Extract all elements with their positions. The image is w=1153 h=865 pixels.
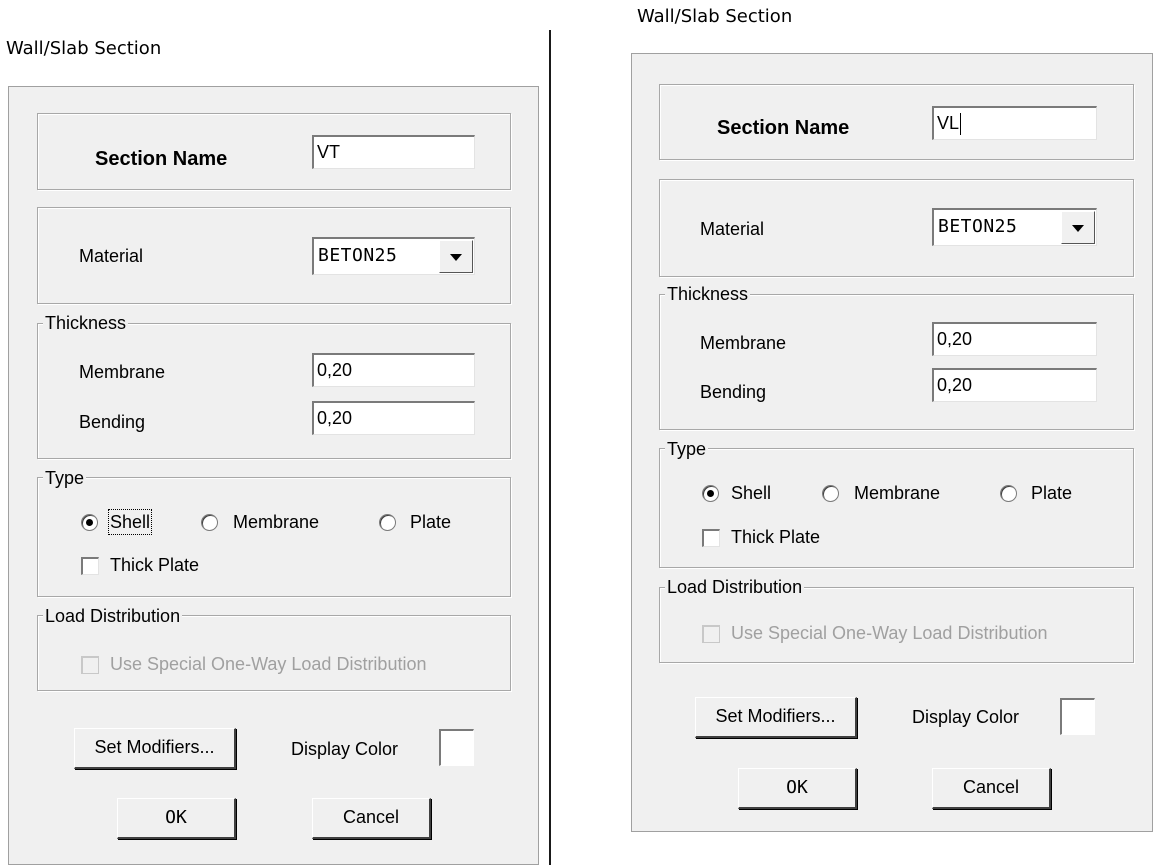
cancel-button[interactable]: Cancel [932,768,1051,809]
cancel-button[interactable]: Cancel [312,798,431,839]
material-value: BETON25 [938,216,1018,237]
material-value: BETON25 [318,245,398,266]
section-name-label: Section Name [95,148,228,170]
material-dropdown[interactable]: BETON25 [932,208,1097,246]
one-way-load-label: Use Special One-Way Load Distribution [731,623,1048,643]
type-group [659,448,1134,568]
membrane-radio[interactable] [201,514,218,531]
display-color-label: Display Color [912,707,1020,727]
plate-radio[interactable] [379,514,396,531]
plate-radio[interactable] [1000,485,1017,502]
bending-thickness-input[interactable]: 0,20 [932,368,1097,402]
set-modifiers-button[interactable]: Set Modifiers... [695,697,857,738]
bending-label: Bending [79,412,146,432]
material-dropdown[interactable]: BETON25 [312,237,475,275]
thickness-legend: Thickness [43,313,129,333]
material-label: Material [79,246,144,266]
section-name-input[interactable]: VT [312,135,475,169]
membrane-radio-label[interactable]: Membrane [854,482,940,504]
ok-button[interactable]: OK [738,768,857,809]
bending-thickness-input[interactable]: 0,20 [312,401,475,435]
dialog-title: Wall/Slab Section [637,6,793,27]
section-name-input[interactable]: VL [932,106,1097,140]
display-color-swatch[interactable] [1060,698,1095,735]
membrane-thickness-input[interactable]: 0,20 [932,322,1097,356]
display-color-swatch[interactable] [439,729,474,766]
shell-radio[interactable] [702,485,719,502]
membrane-thickness-input[interactable]: 0,20 [312,353,475,387]
load-distribution-legend: Load Distribution [43,606,183,626]
membrane-radio[interactable] [822,485,839,502]
type-legend: Type [665,439,709,459]
thick-plate-label[interactable]: Thick Plate [110,554,199,576]
wall-slab-section-dialog: Section Name VT Material BETON25 Thickne… [8,86,539,865]
material-label: Material [700,219,765,239]
wall-slab-section-dialog: Section Name VL Material BETON25 Thickne… [631,53,1153,832]
dialog-title: Wall/Slab Section [6,38,162,59]
membrane-label: Membrane [79,362,166,382]
load-distribution-legend: Load Distribution [665,577,805,597]
thickness-legend: Thickness [665,284,751,304]
shell-label[interactable]: Shell [731,482,771,504]
thick-plate-label[interactable]: Thick Plate [731,526,820,548]
ok-button[interactable]: OK [117,798,236,839]
bending-label: Bending [700,382,767,402]
dropdown-button[interactable] [439,240,473,273]
one-way-load-checkbox [702,625,720,643]
one-way-load-label: Use Special One-Way Load Distribution [110,654,427,674]
dropdown-button[interactable] [1061,211,1095,244]
type-legend: Type [43,468,87,488]
type-group [37,477,511,597]
thickness-group [659,294,1134,430]
chevron-down-icon [1072,224,1084,232]
thickness-group [37,323,511,459]
display-color-label: Display Color [291,739,399,759]
chevron-down-icon [450,253,462,261]
membrane-label: Membrane [700,333,787,353]
plate-label[interactable]: Plate [1031,482,1072,504]
section-name-label: Section Name [717,117,850,139]
one-way-load-checkbox [81,656,99,674]
window-divider [549,30,551,865]
set-modifiers-button[interactable]: Set Modifiers... [74,728,236,769]
thick-plate-checkbox[interactable] [81,557,99,575]
shell-radio[interactable] [81,514,98,531]
section-name-text: VL [937,113,960,133]
text-cursor [960,113,962,136]
membrane-radio-label[interactable]: Membrane [233,511,319,533]
shell-label[interactable]: Shell [107,509,153,535]
plate-label[interactable]: Plate [410,511,451,533]
thick-plate-checkbox[interactable] [702,529,720,547]
